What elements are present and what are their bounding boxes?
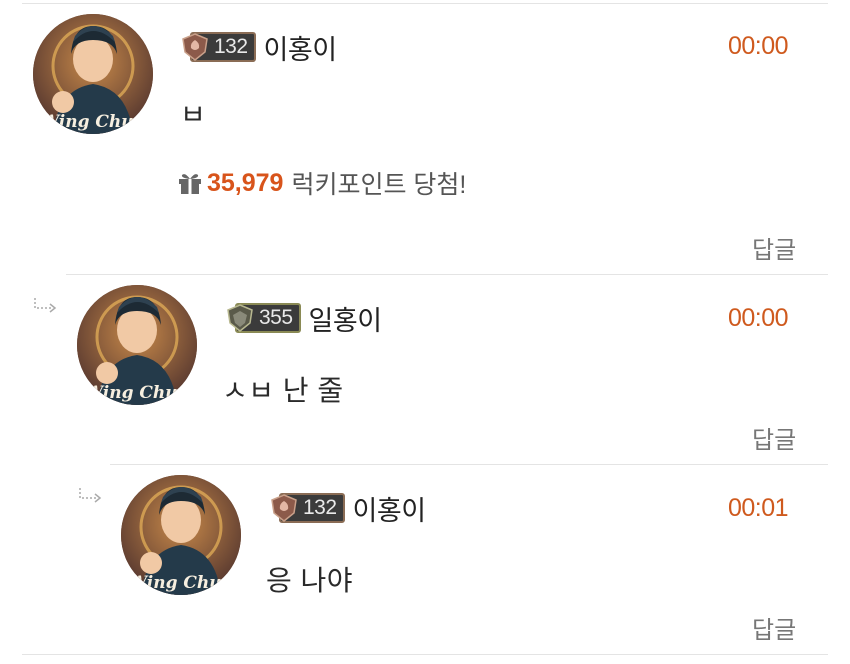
lucky-points-value: 35,979 [207,168,284,197]
lucky-points-label: 럭키포인트 당첨! [291,171,467,199]
avatar-caption: Wing Chun [40,112,146,132]
reply-button[interactable]: 답글 [752,610,796,645]
avatar-image: Wing Chun [121,475,241,595]
timestamp: 00:00 [728,304,789,332]
level-badge: 132 [182,32,256,62]
reply-arrow-icon [79,488,102,503]
comment-meta: 132 이홍이 [271,488,427,528]
reply-button[interactable]: 답글 [752,420,796,455]
level-badge-icon [182,33,208,61]
comment-text: ㅂ [180,99,207,130]
level-number: 355 [259,306,293,329]
nickname[interactable]: 이홍이 [353,489,427,528]
divider [110,464,828,465]
avatar-image: Wing Chun [77,285,197,405]
comment-text: ㅅㅂ 난 줄 [222,375,344,406]
avatar-caption: Wing Chun [128,573,234,593]
level-badge: 355 [227,303,301,333]
comment-meta: 355 일홍이 [227,298,383,338]
comment-meta: 132 이홍이 [182,27,338,67]
gift-icon [179,174,201,194]
timestamp: 00:00 [728,32,789,60]
divider [66,274,828,275]
lucky-point-notice: 35,979 럭키포인트 당첨! [177,165,466,201]
timestamp: 00:01 [728,494,789,522]
level-badge-icon [227,304,253,332]
comment-text: 응 나야 [266,565,354,596]
reply-button[interactable]: 답글 [752,230,796,265]
reply-arrow-icon [34,298,57,313]
divider [22,3,828,4]
avatar-caption: Wing Chun [84,383,190,403]
divider [22,654,828,655]
avatar[interactable]: Wing Chun [121,475,241,595]
level-badge: 132 [271,493,345,523]
nickname[interactable]: 이홍이 [264,28,338,67]
level-number: 132 [303,496,337,519]
avatar[interactable]: Wing Chun [77,285,197,405]
level-number: 132 [214,35,248,58]
nickname[interactable]: 일홍이 [309,299,383,338]
level-badge-icon [271,494,297,522]
avatar[interactable]: Wing Chun [33,14,153,134]
avatar-image: Wing Chun [33,14,153,134]
